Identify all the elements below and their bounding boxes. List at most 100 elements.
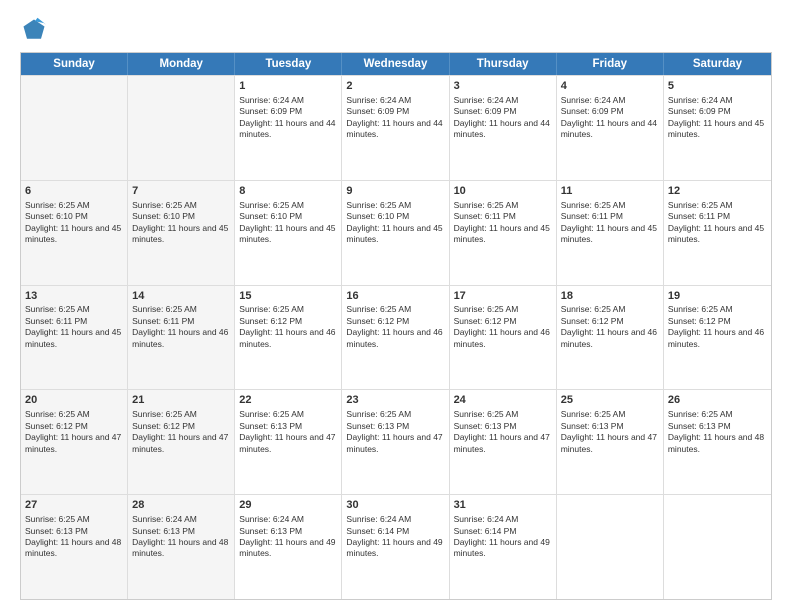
calendar-cell: 5Sunrise: 6:24 AM Sunset: 6:09 PM Daylig… (664, 76, 771, 180)
calendar-cell: 30Sunrise: 6:24 AM Sunset: 6:14 PM Dayli… (342, 495, 449, 599)
calendar-cell: 14Sunrise: 6:25 AM Sunset: 6:11 PM Dayli… (128, 286, 235, 390)
calendar-cell: 11Sunrise: 6:25 AM Sunset: 6:11 PM Dayli… (557, 181, 664, 285)
day-info: Sunrise: 6:25 AM Sunset: 6:10 PM Dayligh… (132, 200, 228, 244)
calendar-cell: 8Sunrise: 6:25 AM Sunset: 6:10 PM Daylig… (235, 181, 342, 285)
weekday-header-tuesday: Tuesday (235, 53, 342, 75)
calendar-header: SundayMondayTuesdayWednesdayThursdayFrid… (21, 53, 771, 75)
day-info: Sunrise: 6:24 AM Sunset: 6:09 PM Dayligh… (346, 95, 442, 139)
day-info: Sunrise: 6:25 AM Sunset: 6:12 PM Dayligh… (346, 304, 442, 348)
calendar-cell: 17Sunrise: 6:25 AM Sunset: 6:12 PM Dayli… (450, 286, 557, 390)
day-info: Sunrise: 6:24 AM Sunset: 6:09 PM Dayligh… (454, 95, 550, 139)
day-info: Sunrise: 6:25 AM Sunset: 6:12 PM Dayligh… (454, 304, 550, 348)
day-number: 8 (239, 184, 337, 199)
day-info: Sunrise: 6:25 AM Sunset: 6:11 PM Dayligh… (561, 200, 657, 244)
calendar-cell (557, 495, 664, 599)
calendar-cell: 31Sunrise: 6:24 AM Sunset: 6:14 PM Dayli… (450, 495, 557, 599)
day-info: Sunrise: 6:24 AM Sunset: 6:14 PM Dayligh… (454, 514, 550, 558)
calendar-cell: 18Sunrise: 6:25 AM Sunset: 6:12 PM Dayli… (557, 286, 664, 390)
day-number: 11 (561, 184, 659, 199)
weekday-header-saturday: Saturday (664, 53, 771, 75)
calendar-row-5: 27Sunrise: 6:25 AM Sunset: 6:13 PM Dayli… (21, 494, 771, 599)
calendar-cell: 27Sunrise: 6:25 AM Sunset: 6:13 PM Dayli… (21, 495, 128, 599)
day-info: Sunrise: 6:25 AM Sunset: 6:13 PM Dayligh… (454, 409, 550, 453)
weekday-header-sunday: Sunday (21, 53, 128, 75)
calendar-cell: 19Sunrise: 6:25 AM Sunset: 6:12 PM Dayli… (664, 286, 771, 390)
day-number: 13 (25, 289, 123, 304)
day-info: Sunrise: 6:24 AM Sunset: 6:14 PM Dayligh… (346, 514, 442, 558)
calendar-row-2: 6 Sunrise: 6:25 AM Sunset: 6:10 PM Daylig… (21, 180, 771, 285)
day-info: Sunrise: 6:25 AM Sunset: 6:12 PM Dayligh… (132, 409, 228, 453)
day-number: 27 (25, 498, 123, 513)
day-info: Sunrise: 6:25 AM Sunset: 6:12 PM Dayligh… (561, 304, 657, 348)
day-info: Sunrise: 6:25 AM Sunset: 6:13 PM Dayligh… (346, 409, 442, 453)
day-info: Sunrise: 6:24 AM Sunset: 6:13 PM Dayligh… (239, 514, 335, 558)
day-number: 31 (454, 498, 552, 513)
day-info: Sunrise: 6:25 AM Sunset: 6:12 PM Dayligh… (668, 304, 764, 348)
day-info: Sunrise: 6:25 AM Sunset: 6:13 PM Dayligh… (25, 514, 121, 558)
day-info: Sunrise: 6:24 AM Sunset: 6:13 PM Dayligh… (132, 514, 228, 558)
day-number: 28 (132, 498, 230, 513)
calendar-cell: 9Sunrise: 6:25 AM Sunset: 6:10 PM Daylig… (342, 181, 449, 285)
calendar-cell: 7Sunrise: 6:25 AM Sunset: 6:10 PM Daylig… (128, 181, 235, 285)
day-number: 9 (346, 184, 444, 199)
day-info: Sunrise: 6:25 AM Sunset: 6:12 PM Dayligh… (25, 409, 121, 453)
calendar-cell: 6Sunrise: 6:25 AM Sunset: 6:10 PM Daylig… (21, 181, 128, 285)
calendar-cell: 10Sunrise: 6:25 AM Sunset: 6:11 PM Dayli… (450, 181, 557, 285)
calendar-cell: 26Sunrise: 6:25 AM Sunset: 6:13 PM Dayli… (664, 390, 771, 494)
calendar-row-3: 13Sunrise: 6:25 AM Sunset: 6:11 PM Dayli… (21, 285, 771, 390)
day-number: 17 (454, 289, 552, 304)
calendar-cell: 3Sunrise: 6:24 AM Sunset: 6:09 PM Daylig… (450, 76, 557, 180)
day-number: 23 (346, 393, 444, 408)
day-number: 19 (668, 289, 767, 304)
day-info: Sunrise: 6:25 AM Sunset: 6:11 PM Dayligh… (25, 304, 121, 348)
calendar-cell: 2Sunrise: 6:24 AM Sunset: 6:09 PM Daylig… (342, 76, 449, 180)
day-info: Sunrise: 6:24 AM Sunset: 6:09 PM Dayligh… (561, 95, 657, 139)
calendar-cell (128, 76, 235, 180)
calendar-cell: 21Sunrise: 6:25 AM Sunset: 6:12 PM Dayli… (128, 390, 235, 494)
calendar-cell: 29Sunrise: 6:24 AM Sunset: 6:13 PM Dayli… (235, 495, 342, 599)
weekday-header-wednesday: Wednesday (342, 53, 449, 75)
day-number: 12 (668, 184, 767, 199)
calendar-cell: 12Sunrise: 6:25 AM Sunset: 6:11 PM Dayli… (664, 181, 771, 285)
day-number: 21 (132, 393, 230, 408)
day-number: 7 (132, 184, 230, 199)
calendar: SundayMondayTuesdayWednesdayThursdayFrid… (20, 52, 772, 600)
day-info: Sunrise: 6:25 AM Sunset: 6:13 PM Dayligh… (561, 409, 657, 453)
day-info: Sunrise: 6:25 AM Sunset: 6:13 PM Dayligh… (668, 409, 764, 453)
day-number: 1 (239, 79, 337, 94)
calendar-cell: 20Sunrise: 6:25 AM Sunset: 6:12 PM Dayli… (21, 390, 128, 494)
day-number: 4 (561, 79, 659, 94)
weekday-header-friday: Friday (557, 53, 664, 75)
logo (20, 16, 52, 44)
calendar-body: 1 Sunrise: 6:24 AM Sunset: 6:09 PM Daylig… (21, 75, 771, 599)
day-number: 3 (454, 79, 552, 94)
day-number: 29 (239, 498, 337, 513)
calendar-cell: 28Sunrise: 6:24 AM Sunset: 6:13 PM Dayli… (128, 495, 235, 599)
calendar-cell: 15Sunrise: 6:25 AM Sunset: 6:12 PM Dayli… (235, 286, 342, 390)
day-number: 2 (346, 79, 444, 94)
day-number: 25 (561, 393, 659, 408)
day-number: 24 (454, 393, 552, 408)
calendar-row-1: 1 Sunrise: 6:24 AM Sunset: 6:09 PM Daylig… (21, 75, 771, 180)
calendar-cell (664, 495, 771, 599)
day-info: Sunrise: 6:25 AM Sunset: 6:10 PM Dayligh… (346, 200, 442, 244)
calendar-cell (21, 76, 128, 180)
weekday-header-monday: Monday (128, 53, 235, 75)
calendar-cell: 25Sunrise: 6:25 AM Sunset: 6:13 PM Dayli… (557, 390, 664, 494)
header (20, 16, 772, 44)
calendar-cell: 23Sunrise: 6:25 AM Sunset: 6:13 PM Dayli… (342, 390, 449, 494)
day-info: Sunrise: 6:25 AM Sunset: 6:12 PM Dayligh… (239, 304, 335, 348)
day-info: Sunrise: 6:25 AM Sunset: 6:11 PM Dayligh… (668, 200, 764, 244)
calendar-cell: 16Sunrise: 6:25 AM Sunset: 6:12 PM Dayli… (342, 286, 449, 390)
day-info: Sunrise: 6:25 AM Sunset: 6:11 PM Dayligh… (454, 200, 550, 244)
day-number: 18 (561, 289, 659, 304)
day-number: 5 (668, 79, 767, 94)
calendar-cell: 13Sunrise: 6:25 AM Sunset: 6:11 PM Dayli… (21, 286, 128, 390)
day-info: Sunrise: 6:25 AM Sunset: 6:13 PM Dayligh… (239, 409, 335, 453)
day-number: 20 (25, 393, 123, 408)
day-info: Sunrise: 6:25 AM Sunset: 6:10 PM Dayligh… (239, 200, 335, 244)
day-number: 6 (25, 184, 123, 199)
page: SundayMondayTuesdayWednesdayThursdayFrid… (0, 0, 792, 612)
calendar-cell: 22Sunrise: 6:25 AM Sunset: 6:13 PM Dayli… (235, 390, 342, 494)
day-number: 14 (132, 289, 230, 304)
